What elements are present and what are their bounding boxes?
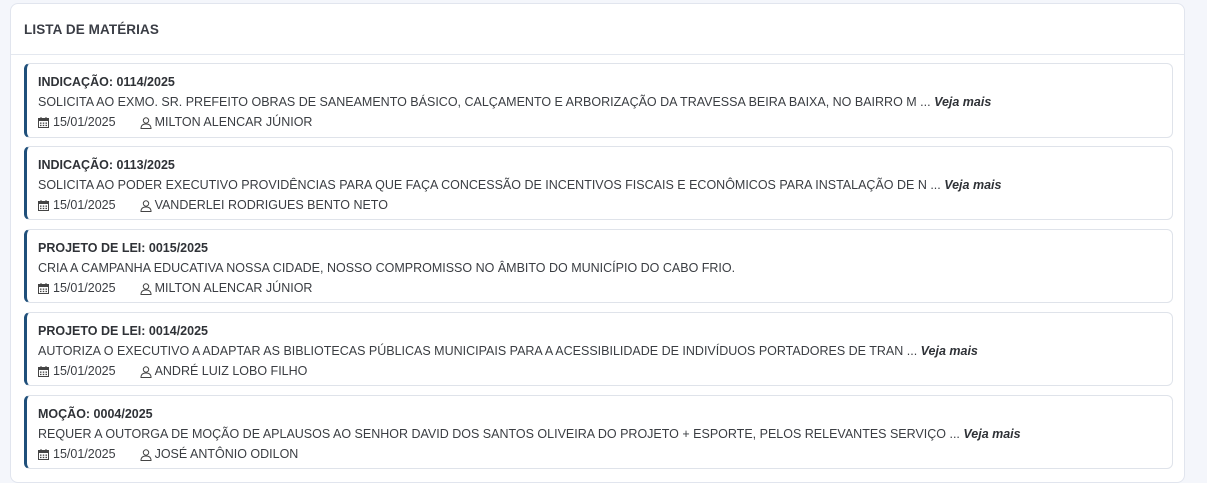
materia-author: VANDERLEI RODRIGUES BENTO NETO [154, 198, 388, 212]
materia-date: 15/01/2025 [53, 115, 116, 129]
calendar-icon [38, 200, 49, 211]
calendar-icon [38, 283, 49, 294]
veja-mais-link[interactable]: Veja mais [934, 95, 991, 109]
user-icon [140, 448, 152, 461]
materia-title: MOÇÃO: 0004/2025 [38, 407, 153, 421]
materia-description: REQUER A OUTORGA DE MOÇÃO DE APLAUSOS AO… [38, 427, 1172, 442]
user-icon [140, 282, 152, 295]
materia-title: INDICAÇÃO: 0113/2025 [38, 158, 175, 172]
panel-title: LISTA DE MATÉRIAS [24, 21, 159, 37]
materia-description: CRIA A CAMPANHA EDUCATIVA NOSSA CIDADE, … [38, 261, 1172, 276]
materia-date: 15/01/2025 [53, 364, 116, 378]
veja-mais-link[interactable]: Veja mais [944, 178, 1001, 192]
materia-meta: 15/01/2025 MILTON ALENCAR JÚNIOR [38, 281, 1172, 296]
panel-header: LISTA DE MATÉRIAS [11, 4, 1184, 55]
materia-author: JOSÉ ANTÔNIO ODILON [154, 447, 299, 461]
materia-author: MILTON ALENCAR JÚNIOR [154, 281, 313, 295]
materia-date: 15/01/2025 [53, 198, 116, 212]
materias-panel: LISTA DE MATÉRIAS INDICAÇÃO: 0114/2025 S… [10, 3, 1185, 483]
materia-item[interactable]: INDICAÇÃO: 0114/2025 SOLICITA AO EXMO. S… [24, 63, 1173, 138]
materia-description-text: SOLICITA AO EXMO. SR. PREFEITO OBRAS DE … [38, 95, 931, 109]
materia-meta: 15/01/2025 ANDRÉ LUIZ LOBO FILHO [38, 364, 1172, 379]
materia-meta: 15/01/2025 MILTON ALENCAR JÚNIOR [38, 115, 1172, 130]
materia-title: INDICAÇÃO: 0114/2025 [38, 75, 175, 89]
materia-item[interactable]: INDICAÇÃO: 0113/2025 SOLICITA AO PODER E… [24, 146, 1173, 220]
materia-item[interactable]: MOÇÃO: 0004/2025 REQUER A OUTORGA DE MOÇ… [24, 395, 1173, 469]
materia-title: PROJETO DE LEI: 0015/2025 [38, 241, 208, 255]
materia-description: SOLICITA AO PODER EXECUTIVO PROVIDÊNCIAS… [38, 178, 1172, 193]
calendar-icon [38, 449, 49, 460]
materia-description-text: SOLICITA AO PODER EXECUTIVO PROVIDÊNCIAS… [38, 178, 941, 192]
materia-meta: 15/01/2025 JOSÉ ANTÔNIO ODILON [38, 447, 1172, 462]
calendar-icon [38, 366, 49, 377]
user-icon [140, 199, 152, 212]
calendar-icon [38, 117, 49, 128]
materia-description: AUTORIZA O EXECUTIVO A ADAPTAR AS BIBLIO… [38, 344, 1172, 359]
materia-description-text: REQUER A OUTORGA DE MOÇÃO DE APLAUSOS AO… [38, 427, 960, 441]
materia-item[interactable]: PROJETO DE LEI: 0015/2025 CRIA A CAMPANH… [24, 229, 1173, 303]
materia-date: 15/01/2025 [53, 447, 116, 461]
materia-title: PROJETO DE LEI: 0014/2025 [38, 324, 208, 338]
materias-list: INDICAÇÃO: 0114/2025 SOLICITA AO EXMO. S… [24, 63, 1173, 478]
materia-date: 15/01/2025 [53, 281, 116, 295]
materia-item[interactable]: PROJETO DE LEI: 0014/2025 AUTORIZA O EXE… [24, 312, 1173, 386]
materia-description-text: CRIA A CAMPANHA EDUCATIVA NOSSA CIDADE, … [38, 261, 736, 275]
veja-mais-link[interactable]: Veja mais [921, 344, 978, 358]
user-icon [140, 116, 152, 129]
materia-author: MILTON ALENCAR JÚNIOR [154, 115, 313, 129]
veja-mais-link[interactable]: Veja mais [963, 427, 1020, 441]
materia-description-text: AUTORIZA O EXECUTIVO A ADAPTAR AS BIBLIO… [38, 344, 918, 358]
materia-author: ANDRÉ LUIZ LOBO FILHO [154, 364, 308, 378]
materia-description: SOLICITA AO EXMO. SR. PREFEITO OBRAS DE … [38, 95, 1172, 110]
user-icon [140, 365, 152, 378]
materia-meta: 15/01/2025 VANDERLEI RODRIGUES BENTO NET… [38, 198, 1172, 213]
